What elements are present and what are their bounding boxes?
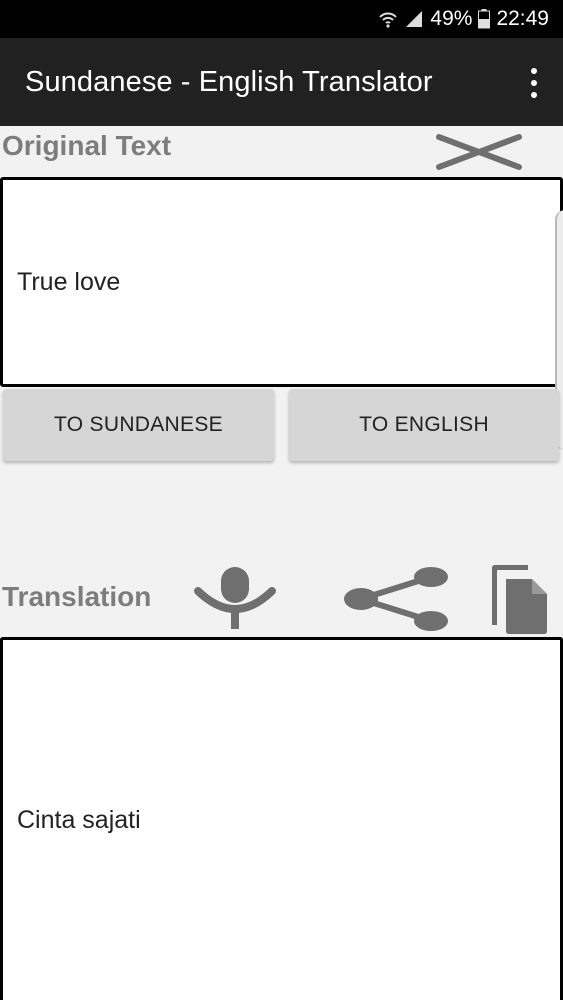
app-title: Sundanese - English Translator	[25, 65, 433, 98]
battery-percent: 49%	[430, 7, 473, 30]
copy-icon[interactable]	[491, 564, 548, 635]
original-text-value: True love	[17, 267, 121, 296]
original-text-label: Original Text	[2, 130, 172, 161]
translation-output[interactable]: Cinta sajati	[0, 637, 563, 1000]
status-icons: 49% 22:49	[378, 7, 549, 31]
battery-icon	[478, 9, 491, 29]
original-text-input[interactable]: True love	[0, 177, 563, 387]
clear-icon[interactable]	[436, 132, 522, 172]
translation-label: Translation	[2, 581, 152, 612]
signal-icon	[404, 9, 424, 29]
mic-icon[interactable]	[194, 567, 276, 629]
app-bar: Sundanese - English Translator	[0, 38, 563, 126]
status-bar: 49% 22:49	[0, 0, 563, 38]
translation-value: Cinta sajati	[17, 805, 141, 834]
share-icon[interactable]	[343, 566, 449, 632]
status-time: 22:49	[496, 7, 549, 30]
wifi-icon	[378, 9, 398, 29]
to-english-button[interactable]: TO ENGLISH	[289, 389, 559, 461]
overflow-menu-icon[interactable]	[527, 68, 541, 98]
to-sundanese-button[interactable]: TO SUNDANESE	[3, 389, 274, 461]
